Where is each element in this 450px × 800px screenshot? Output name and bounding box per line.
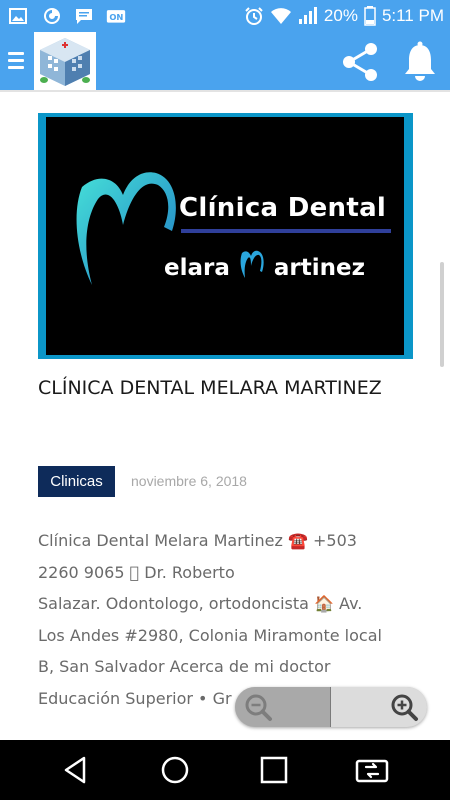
svg-text:ON: ON: [109, 12, 123, 22]
excerpt-line: 2260 9065 ⃞ Dr. Roberto: [38, 562, 235, 582]
wifi-icon: [270, 8, 291, 24]
home-icon[interactable]: [155, 750, 195, 790]
excerpt-line: Los Andes #2980, Colonia Miramonte local: [38, 625, 382, 645]
zoom-out-button[interactable]: [235, 687, 331, 727]
bell-icon[interactable]: [400, 40, 440, 84]
battery-icon: [364, 6, 376, 26]
gallery-icon: [9, 8, 27, 24]
brand-line-2-part1: elara: [164, 255, 230, 281]
signal-icon: [298, 7, 317, 24]
hospital-logo[interactable]: [34, 32, 96, 90]
tooth-logo: [76, 172, 176, 285]
post-excerpt: Clínica Dental Melara Martinez ☎️ +503 2…: [38, 525, 410, 714]
scrollbar[interactable]: [440, 262, 444, 367]
category-badge[interactable]: Clinicas: [38, 466, 115, 497]
post-title[interactable]: CLÍNICA DENTAL MELARA MARTINEZ: [38, 372, 398, 405]
navigation-bar: [0, 740, 450, 800]
post-date: noviembre 6, 2018: [131, 473, 247, 489]
clock: 5:11 PM: [381, 6, 444, 25]
status-bar: ON 20% 5:11 PM: [0, 0, 450, 32]
featured-image[interactable]: Clínica Dental elara artinez: [38, 113, 413, 359]
brand-line-2: elara artinez: [164, 249, 365, 281]
message-icon: [76, 9, 92, 24]
excerpt-line: B, San Salvador Acerca de mi doctor: [38, 657, 331, 676]
brand-underline: [181, 229, 391, 233]
firefox-icon: [44, 8, 60, 24]
clinic-banner: Clínica Dental elara artinez: [46, 117, 404, 355]
header-divider: [0, 90, 450, 92]
brand-line-2-part2: artinez: [273, 255, 366, 281]
excerpt-line: Clínica Dental Melara Martinez ☎️ +503: [38, 531, 357, 550]
vpn-icon: ON: [106, 10, 126, 23]
alarm-icon: [245, 7, 263, 25]
zoom-in-icon: [391, 694, 418, 721]
share-icon[interactable]: [338, 40, 382, 84]
back-icon[interactable]: [55, 750, 95, 790]
app-bar: [0, 32, 450, 90]
menu-icon[interactable]: [8, 52, 26, 72]
battery-percent: 20%: [323, 6, 358, 25]
brand-line-1: Clínica Dental: [179, 193, 387, 223]
zoom-in-button[interactable]: [331, 687, 427, 727]
small-tooth-icon: [238, 249, 266, 281]
excerpt-line: Salazar. Odontologo, ortodoncista 🏠 Av.: [38, 594, 363, 613]
recents-icon[interactable]: [254, 750, 294, 790]
zoom-control: [235, 687, 427, 727]
zoom-out-icon: [245, 694, 272, 721]
screen-mirror-icon[interactable]: [352, 750, 392, 790]
